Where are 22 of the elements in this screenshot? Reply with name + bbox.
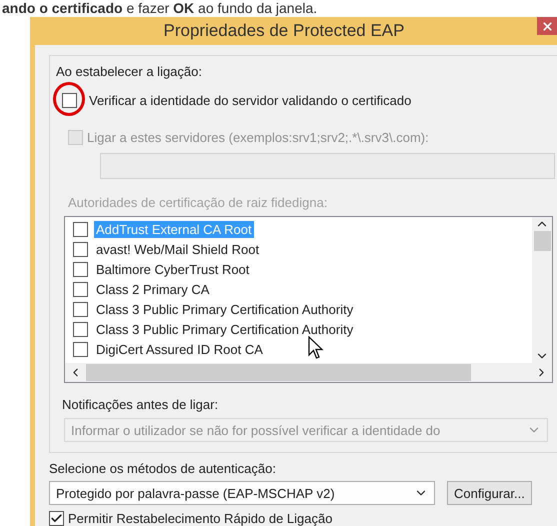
scrollbar-thumb[interactable] bbox=[534, 231, 550, 251]
instruction-text: ando o certificado e fazer OK ao fundo da janela. bbox=[1, 0, 318, 17]
horizontal-scrollbar[interactable] bbox=[65, 363, 552, 382]
window-title: Propriedades de Protected EAP bbox=[162, 21, 406, 41]
checkbox[interactable] bbox=[49, 511, 64, 526]
check-icon bbox=[50, 512, 63, 525]
vertical-scrollbar[interactable] bbox=[532, 217, 552, 363]
section-label: Ao estabelecer a ligação: bbox=[56, 64, 203, 79]
scrollbar-thumb[interactable] bbox=[86, 364, 471, 381]
checkbox-label: Verificar a identidade do servidor validando o certificado bbox=[89, 93, 412, 108]
configure-button[interactable]: Configurar... bbox=[447, 481, 532, 505]
auth-method-dropdown[interactable]: Protegido por palavra-passe (EAP-MSCHAP v2) bbox=[49, 481, 435, 505]
highlight-circle bbox=[53, 82, 85, 116]
checkbox-label: Permitir Restabelecimento Rápido de Ligação bbox=[68, 511, 332, 526]
close-button[interactable] bbox=[537, 17, 557, 35]
checkbox[interactable] bbox=[62, 93, 77, 108]
close-icon bbox=[540, 20, 554, 32]
mouse-cursor-icon bbox=[308, 336, 324, 360]
section-label: Selecione os métodos de autenticação: bbox=[49, 461, 277, 476]
section-label: Autoridades de certificação de raiz fidedigna: bbox=[68, 195, 328, 210]
section-label: Notificações antes de ligar: bbox=[62, 397, 220, 412]
checkbox-label: Ligar a estes servidores (exemplos:srv1;srv2;.*\.srv3\.com): bbox=[87, 130, 429, 145]
